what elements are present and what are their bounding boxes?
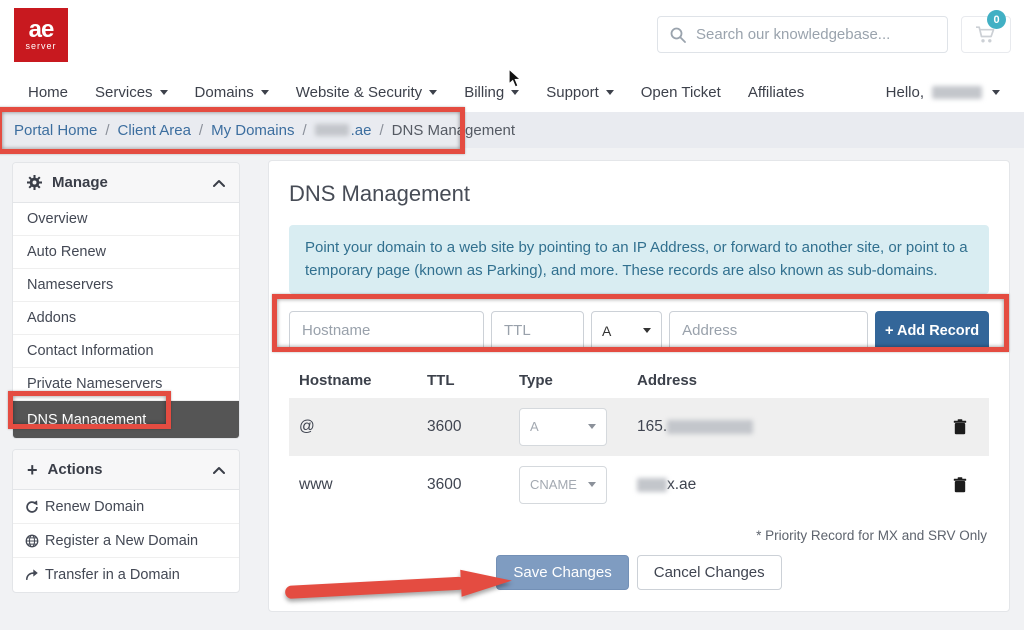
table-row: www 3600 CNAME x.ae <box>289 456 989 514</box>
chevron-up-icon <box>213 179 225 187</box>
record-type-select[interactable]: CNAME <box>519 466 607 504</box>
transfer-icon <box>25 568 45 582</box>
manage-panel: Manage Overview Auto Renew Nameservers A… <box>12 162 240 439</box>
record-address: 165. <box>637 418 949 436</box>
manage-panel-title: Manage <box>52 174 213 191</box>
trash-icon <box>953 419 967 435</box>
dns-management-card: DNS Management Point your domain to a we… <box>268 160 1010 612</box>
chevron-down-icon <box>606 90 614 95</box>
plus-icon: + <box>27 461 38 479</box>
top-header: ae server 0 Home Services Domains Websit… <box>0 0 1024 112</box>
record-address: x.ae <box>637 476 949 494</box>
cancel-changes-button[interactable]: Cancel Changes <box>637 555 782 590</box>
greeting-text: Hello, <box>886 84 924 101</box>
globe-icon <box>25 534 45 548</box>
user-greeting-menu[interactable]: Hello, <box>886 84 1000 101</box>
action-renew-domain[interactable]: Renew Domain <box>13 490 239 524</box>
sidebar-item-contact-information[interactable]: Contact Information <box>13 335 239 368</box>
table-row: @ 3600 A 165. <box>289 398 989 456</box>
breadcrumb-portal-home[interactable]: Portal Home <box>14 122 97 139</box>
chevron-down-icon <box>511 90 519 95</box>
aeserver-logo[interactable]: ae server <box>14 8 68 62</box>
col-hostname: Hostname <box>299 372 427 389</box>
main-nav: Home Services Domains Website & Security… <box>0 74 1024 110</box>
manage-panel-header[interactable]: Manage <box>13 163 239 203</box>
record-ttl: 3600 <box>427 476 519 494</box>
action-transfer-in-domain[interactable]: Transfer in a Domain <box>13 558 239 592</box>
nav-billing[interactable]: Billing <box>464 84 519 101</box>
search-icon <box>670 27 686 43</box>
col-address: Address <box>637 372 949 389</box>
table-header-row: Hostname TTL Type Address <box>289 364 989 398</box>
cart-count-badge: 0 <box>987 10 1006 29</box>
actions-panel-header[interactable]: + Actions <box>13 450 239 490</box>
nav-affiliates[interactable]: Affiliates <box>748 84 804 101</box>
info-banner: Point your domain to a web site by point… <box>289 225 989 294</box>
col-type: Type <box>519 372 637 389</box>
chevron-down-icon <box>588 424 596 429</box>
redacted-domain <box>315 124 349 136</box>
nav-support[interactable]: Support <box>546 84 614 101</box>
hostname-input[interactable] <box>289 311 484 351</box>
sidebar-item-dns-management[interactable]: DNS Management <box>13 401 239 438</box>
breadcrumb: Portal Home / Client Area / My Domains /… <box>0 112 1024 148</box>
priority-footnote: * Priority Record for MX and SRV Only <box>289 528 987 543</box>
nav-open-ticket[interactable]: Open Ticket <box>641 84 721 101</box>
page-title: DNS Management <box>289 181 989 207</box>
dns-records-table: Hostname TTL Type Address @ 3600 A 165. <box>289 364 989 514</box>
nav-domains[interactable]: Domains <box>195 84 269 101</box>
chevron-up-icon <box>213 466 225 474</box>
add-record-button[interactable]: + Add Record <box>875 311 989 351</box>
redacted-ip <box>667 420 753 434</box>
record-type-select[interactable]: A <box>591 311 662 351</box>
sidebar-item-addons[interactable]: Addons <box>13 302 239 335</box>
breadcrumb-current: DNS Management <box>392 122 515 139</box>
breadcrumb-client-area[interactable]: Client Area <box>118 122 191 139</box>
nav-home[interactable]: Home <box>28 84 68 101</box>
redacted-username <box>932 86 982 99</box>
nav-services[interactable]: Services <box>95 84 168 101</box>
trash-icon <box>953 477 967 493</box>
breadcrumb-domain[interactable]: .ae <box>315 122 372 139</box>
delete-record-button[interactable] <box>949 415 971 439</box>
record-type-select[interactable]: A <box>519 408 607 446</box>
chevron-down-icon <box>588 482 596 487</box>
col-ttl: TTL <box>427 372 519 389</box>
record-hostname: @ <box>299 418 427 436</box>
knowledgebase-search[interactable] <box>657 16 948 53</box>
sidebar-item-overview[interactable]: Overview <box>13 203 239 236</box>
address-input[interactable] <box>669 311 868 351</box>
actions-panel-title: Actions <box>48 461 213 478</box>
ttl-input[interactable] <box>491 311 584 351</box>
record-hostname: www <box>299 476 427 494</box>
gear-icon <box>27 175 42 190</box>
logo-text-server: server <box>25 41 56 51</box>
delete-record-button[interactable] <box>949 473 971 497</box>
actions-panel: + Actions Renew Domain Register a New Do… <box>12 449 240 593</box>
breadcrumb-my-domains[interactable]: My Domains <box>211 122 294 139</box>
nav-website-security[interactable]: Website & Security <box>296 84 437 101</box>
sidebar-item-nameservers[interactable]: Nameservers <box>13 269 239 302</box>
sidebar-item-auto-renew[interactable]: Auto Renew <box>13 236 239 269</box>
save-changes-button[interactable]: Save Changes <box>496 555 628 590</box>
action-register-new-domain[interactable]: Register a New Domain <box>13 524 239 558</box>
chevron-down-icon <box>160 90 168 95</box>
add-record-form: A + Add Record <box>289 310 989 352</box>
chevron-down-icon <box>992 90 1000 95</box>
record-ttl: 3600 <box>427 418 519 436</box>
refresh-icon <box>25 500 45 514</box>
chevron-down-icon <box>643 328 651 333</box>
form-actions: Save Changes Cancel Changes <box>289 555 989 590</box>
chevron-down-icon <box>261 90 269 95</box>
redacted-host <box>637 478 667 492</box>
sidebar-item-private-nameservers[interactable]: Private Nameservers <box>13 368 239 401</box>
chevron-down-icon <box>429 90 437 95</box>
logo-text-ae: ae <box>29 20 54 40</box>
cart-button[interactable]: 0 <box>961 16 1011 53</box>
search-input[interactable] <box>696 26 935 43</box>
